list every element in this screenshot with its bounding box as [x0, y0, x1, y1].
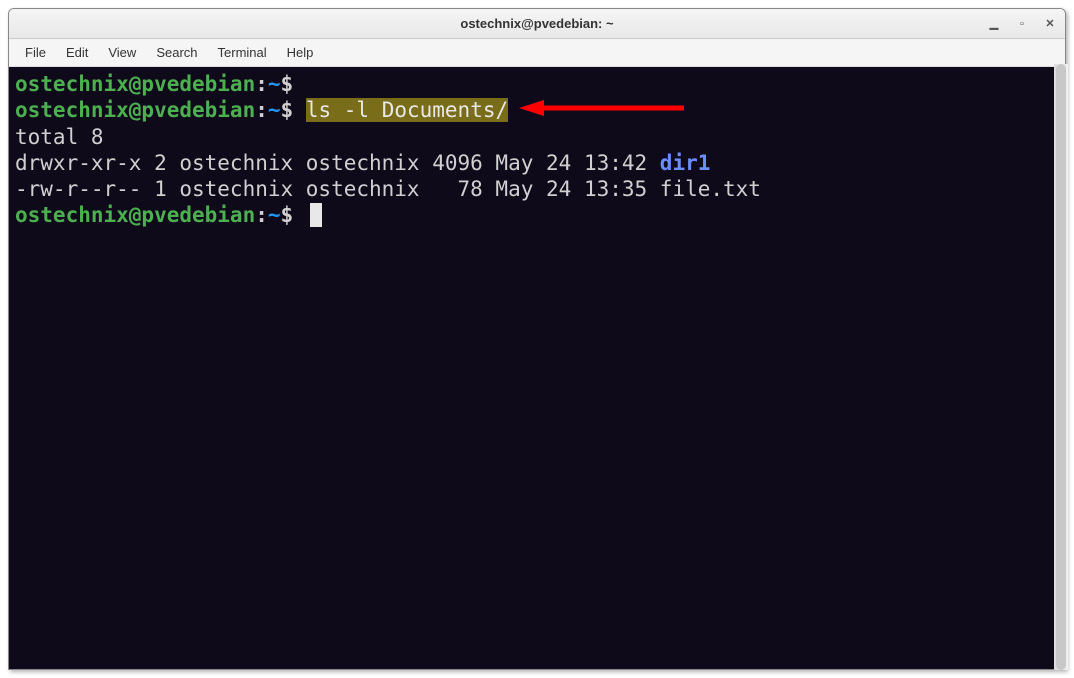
- prompt-path: ~: [268, 203, 281, 227]
- terminal-window: ostechnix@pvedebian: ~ ▁ ▫ ✕ File Edit V…: [8, 8, 1066, 670]
- prompt-dollar: $: [281, 98, 294, 122]
- prompt-user: ostechnix@pvedebian: [15, 98, 255, 122]
- terminal-line-5: -rw-r--r-- 1 ostechnix ostechnix 78 May …: [15, 176, 1059, 202]
- prompt-path: ~: [268, 72, 281, 96]
- menu-file[interactable]: File: [15, 41, 56, 64]
- scrollbar-thumb[interactable]: [1056, 64, 1066, 670]
- menu-edit[interactable]: Edit: [56, 41, 98, 64]
- terminal-content[interactable]: ostechnix@pvedebian:~$ ostechnix@pvedebi…: [9, 67, 1065, 669]
- prompt-colon: :: [255, 72, 268, 96]
- cursor-icon: [310, 203, 322, 227]
- menubar: File Edit View Search Terminal Help: [9, 39, 1065, 67]
- scrollbar[interactable]: [1054, 64, 1068, 670]
- menu-terminal[interactable]: Terminal: [208, 41, 277, 64]
- prompt-user: ostechnix@pvedebian: [15, 72, 255, 96]
- prompt-colon: :: [255, 203, 268, 227]
- listing-dir-name: dir1: [660, 151, 711, 175]
- terminal-line-6: ostechnix@pvedebian:~$: [15, 202, 1059, 228]
- highlighted-command: ls -l Documents/: [306, 98, 508, 122]
- window-controls: ▁ ▫ ✕: [987, 17, 1057, 31]
- close-button[interactable]: ✕: [1043, 17, 1057, 31]
- prompt-user: ostechnix@pvedebian: [15, 203, 255, 227]
- prompt-dollar: $: [281, 72, 294, 96]
- menu-search[interactable]: Search: [146, 41, 207, 64]
- menu-view[interactable]: View: [98, 41, 146, 64]
- minimize-button[interactable]: ▁: [987, 17, 1001, 31]
- prompt-dollar: $: [281, 203, 294, 227]
- maximize-button[interactable]: ▫: [1015, 17, 1029, 31]
- menu-help[interactable]: Help: [277, 41, 324, 64]
- prompt-path: ~: [268, 98, 281, 122]
- titlebar[interactable]: ostechnix@pvedebian: ~ ▁ ▫ ✕: [9, 9, 1065, 39]
- terminal-line-3: total 8: [15, 124, 1059, 150]
- terminal-line-1: ostechnix@pvedebian:~$: [15, 71, 1059, 97]
- terminal-line-4: drwxr-xr-x 2 ostechnix ostechnix 4096 Ma…: [15, 150, 1059, 176]
- window-title: ostechnix@pvedebian: ~: [460, 16, 613, 31]
- arrow-annotation-icon: [519, 98, 689, 118]
- prompt-colon: :: [255, 98, 268, 122]
- listing-row-1-meta: drwxr-xr-x 2 ostechnix ostechnix 4096 Ma…: [15, 151, 660, 175]
